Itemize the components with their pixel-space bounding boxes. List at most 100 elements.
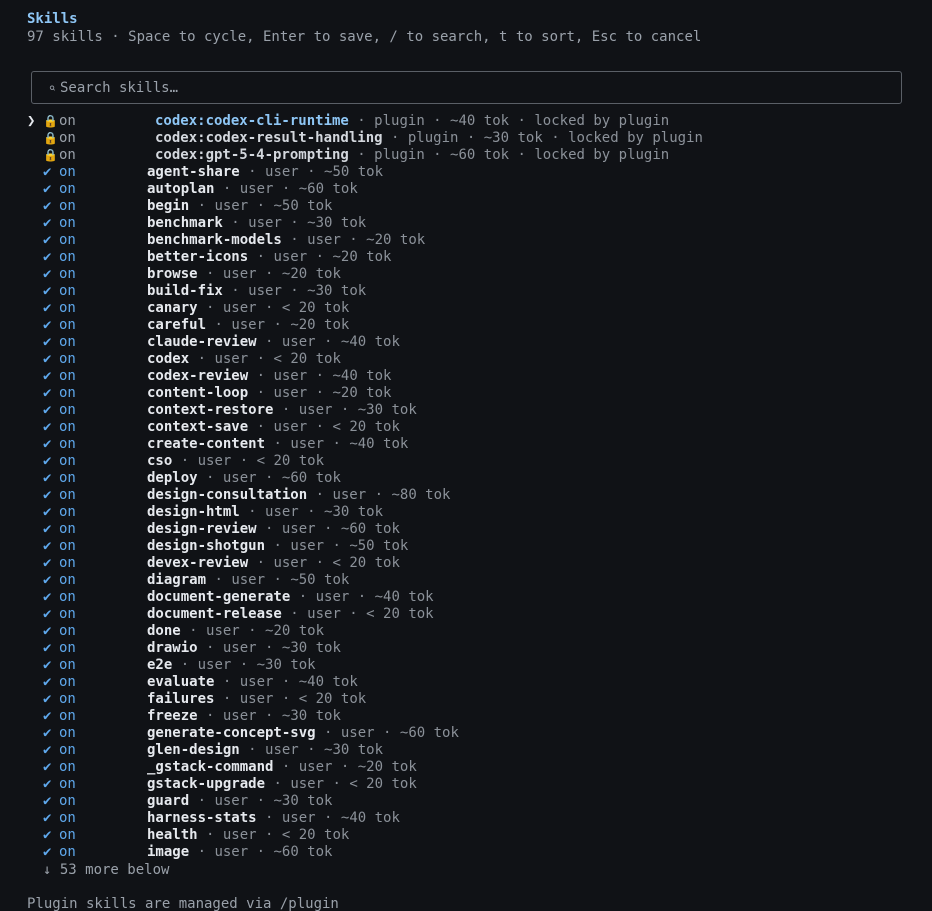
skill-row[interactable]: ✔ on create-content · user · ~40 tok (0, 436, 932, 453)
checkmark-icon: ✔ (43, 436, 52, 452)
skill-row[interactable]: ✔ on _gstack-command · user · ~20 tok (0, 759, 932, 776)
skill-state-toggle[interactable]: on (59, 521, 76, 538)
skill-state-toggle[interactable]: on (59, 164, 76, 181)
skill-row[interactable]: ✔ on codex-review · user · ~40 tok (0, 368, 932, 385)
skill-row[interactable]: ✔ on freeze · user · ~30 tok (0, 708, 932, 725)
skill-row[interactable]: ✔ on health · user · < 20 tok (0, 827, 932, 844)
skill-row[interactable]: ✔ on failures · user · < 20 tok (0, 691, 932, 708)
lock-note: locked by plugin (534, 113, 670, 129)
skill-row[interactable]: ✔ on harness-stats · user · ~40 tok (0, 810, 932, 827)
skill-state-toggle[interactable]: on (59, 538, 76, 555)
skill-row[interactable]: ✔ on content-loop · user · ~20 tok (0, 385, 932, 402)
search-box[interactable]: ⌕ (31, 71, 902, 104)
skill-state-toggle[interactable]: on (59, 419, 76, 436)
skill-row[interactable]: ✔ on design-shotgun · user · ~50 tok (0, 538, 932, 555)
skill-row[interactable]: ✔ on design-review · user · ~60 tok (0, 521, 932, 538)
skill-state-toggle[interactable]: on (59, 691, 76, 708)
skill-row[interactable]: ✔ on document-generate · user · ~40 tok (0, 589, 932, 606)
skill-row[interactable]: ✔ on done · user · ~20 tok (0, 623, 932, 640)
skill-row[interactable]: ✔ on codex · user · < 20 tok (0, 351, 932, 368)
skill-token-count: ~30 tok (281, 640, 341, 656)
skill-row[interactable]: ❯ 🔒 on codex:codex-cli-runtime · plugin · ~… (0, 113, 932, 130)
checkmark-icon: ✔ (43, 164, 52, 180)
skill-state-toggle: on (59, 113, 76, 129)
skill-row[interactable]: ✔ on browse · user · ~20 tok (0, 266, 932, 283)
skill-row[interactable]: ✔ on better-icons · user · ~20 tok (0, 249, 932, 266)
skill-state-toggle[interactable]: on (59, 351, 76, 368)
skill-state-toggle[interactable]: on (59, 266, 76, 283)
skill-row[interactable]: ✔ on design-html · user · ~30 tok (0, 504, 932, 521)
skill-state-toggle[interactable]: on (59, 572, 76, 589)
skill-row[interactable]: ✔ on design-consultation · user · ~80 tok (0, 487, 932, 504)
skill-state-toggle[interactable]: on (59, 759, 76, 776)
skill-state-toggle[interactable]: on (59, 708, 76, 725)
skill-row[interactable]: ✔ on drawio · user · ~30 tok (0, 640, 932, 657)
skill-name: design-consultation (147, 487, 308, 503)
skill-state-toggle[interactable]: on (59, 810, 76, 827)
skill-state-toggle[interactable]: on (59, 470, 76, 487)
skill-row[interactable]: ✔ on context-save · user · < 20 tok (0, 419, 932, 436)
skill-row[interactable]: ✔ on agent-share · user · ~50 tok (0, 164, 932, 181)
skill-row[interactable]: ✔ on generate-concept-svg · user · ~60 tok (0, 725, 932, 742)
skill-state-toggle[interactable]: on (59, 385, 76, 402)
skill-state-toggle[interactable]: on (59, 402, 76, 419)
skill-state-toggle[interactable]: on (59, 487, 76, 504)
skill-row[interactable]: ✔ on deploy · user · ~60 tok (0, 470, 932, 487)
skill-name: design-shotgun (147, 538, 266, 554)
skill-state-toggle[interactable]: on (59, 555, 76, 572)
skill-state-toggle[interactable]: on (59, 181, 76, 198)
skill-row[interactable]: ✔ on diagram · user · ~50 tok (0, 572, 932, 589)
skill-row[interactable]: ✔ on e2e · user · ~30 tok (0, 657, 932, 674)
skill-row[interactable]: ✔ on cso · user · < 20 tok (0, 453, 932, 470)
skill-state-toggle[interactable]: on (59, 504, 76, 521)
skill-row[interactable]: ✔ on glen-design · user · ~30 tok (0, 742, 932, 759)
search-input[interactable] (56, 79, 880, 96)
skill-row[interactable]: ✔ on guard · user · ~30 tok (0, 793, 932, 810)
skill-row[interactable]: 🔒 on codex:gpt-5-4-prompting · plugin · ~6… (0, 147, 932, 164)
skill-state-toggle[interactable]: on (59, 674, 76, 691)
skill-state-toggle[interactable]: on (59, 317, 76, 334)
skill-row[interactable]: ✔ on devex-review · user · < 20 tok (0, 555, 932, 572)
skill-state-toggle[interactable]: on (59, 623, 76, 640)
skill-state-toggle[interactable]: on (59, 198, 76, 215)
skill-state-toggle[interactable]: on (59, 640, 76, 657)
skill-row[interactable]: ✔ on careful · user · ~20 tok (0, 317, 932, 334)
skill-state-toggle[interactable]: on (59, 725, 76, 742)
skill-state-toggle[interactable]: on (59, 657, 76, 674)
skill-name: browse (147, 266, 198, 282)
skill-state-toggle[interactable]: on (59, 453, 76, 470)
skill-state-toggle[interactable]: on (59, 793, 76, 810)
skill-state-toggle[interactable]: on (59, 283, 76, 300)
skill-state-toggle[interactable]: on (59, 334, 76, 351)
separator: · (273, 402, 299, 418)
skill-row[interactable]: ✔ on document-release · user · < 20 tok (0, 606, 932, 623)
skill-row[interactable]: ✔ on context-restore · user · ~30 tok (0, 402, 932, 419)
skill-state-toggle[interactable]: on (59, 436, 76, 453)
skill-row[interactable]: ✔ on build-fix · user · ~30 tok (0, 283, 932, 300)
skill-details: gstack-upgrade · user · < 20 tok (147, 776, 417, 793)
skill-state-toggle[interactable]: on (59, 249, 76, 266)
skill-state-toggle[interactable]: on (59, 232, 76, 249)
skill-row[interactable]: ✔ on canary · user · < 20 tok (0, 300, 932, 317)
skill-row[interactable]: ✔ on evaluate · user · ~40 tok (0, 674, 932, 691)
skill-row[interactable]: ✔ on claude-review · user · ~40 tok (0, 334, 932, 351)
skill-state-toggle[interactable]: on (59, 368, 76, 385)
skill-row[interactable]: ✔ on gstack-upgrade · user · < 20 tok (0, 776, 932, 793)
skill-state-toggle[interactable]: on (59, 776, 76, 793)
skill-row[interactable]: ✔ on benchmark · user · ~30 tok (0, 215, 932, 232)
skill-state-toggle[interactable]: on (59, 844, 76, 861)
skill-source: user (214, 351, 249, 367)
skill-row[interactable]: ✔ on autoplan · user · ~60 tok (0, 181, 932, 198)
separator: · (307, 487, 333, 503)
skill-state-toggle[interactable]: on (59, 827, 76, 844)
skill-state-toggle[interactable]: on (59, 742, 76, 759)
skill-token-count: ~40 tok (340, 810, 400, 826)
skill-state-toggle[interactable]: on (59, 589, 76, 606)
skill-state-toggle[interactable]: on (59, 215, 76, 232)
skill-row[interactable]: ✔ on begin · user · ~50 tok (0, 198, 932, 215)
skill-row[interactable]: 🔒 on codex:codex-result-handling · plugin … (0, 130, 932, 147)
skill-row[interactable]: ✔ on benchmark-models · user · ~20 tok (0, 232, 932, 249)
skill-state-toggle[interactable]: on (59, 300, 76, 317)
skill-state-toggle[interactable]: on (59, 606, 76, 623)
skill-row[interactable]: ✔ on image · user · ~60 tok (0, 844, 932, 861)
